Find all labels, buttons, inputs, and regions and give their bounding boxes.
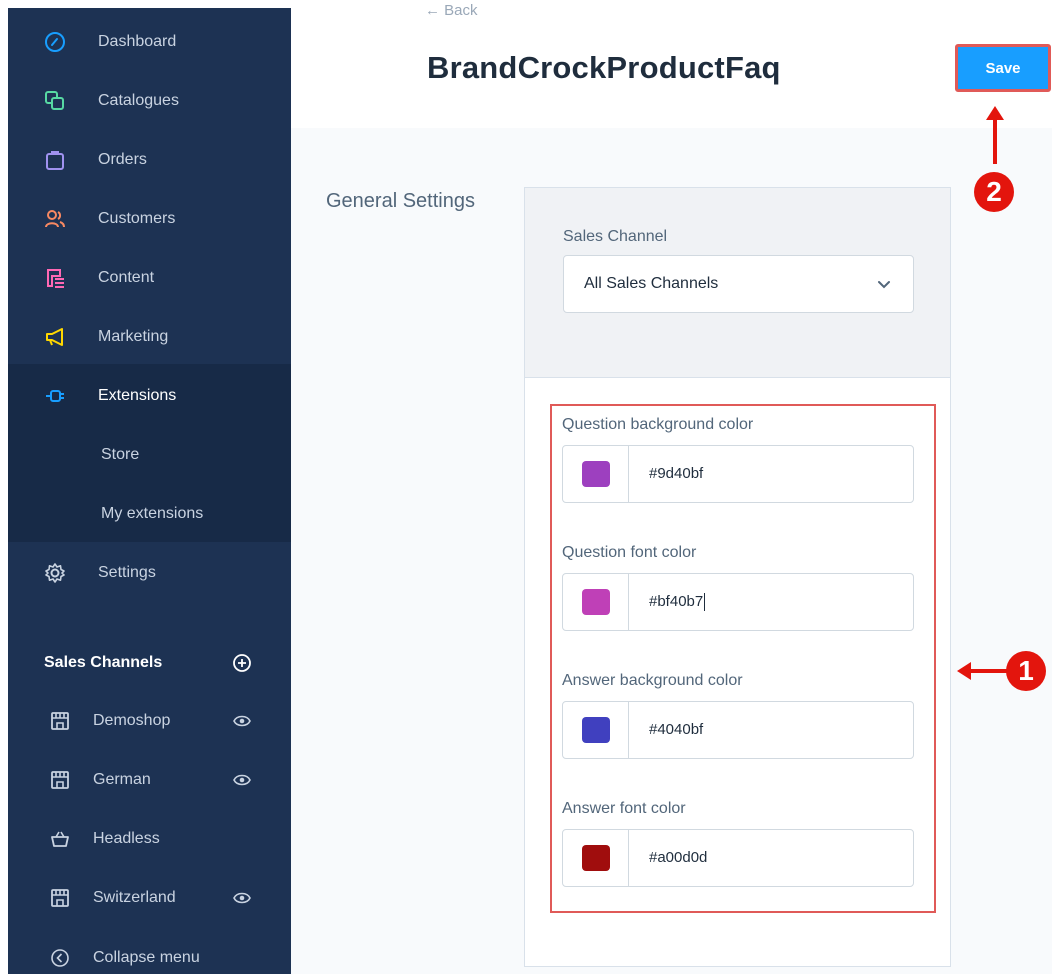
color-swatch-button[interactable] — [563, 574, 629, 630]
annotation-badge-1: 1 — [1006, 651, 1046, 691]
sales-channel-label: German — [93, 770, 151, 788]
text-caret — [704, 593, 706, 612]
annotation-badge-2: 2 — [974, 172, 1014, 212]
chevron-left-circle-icon — [50, 948, 70, 968]
color-swatch-button[interactable] — [563, 830, 629, 886]
sales-channel-select[interactable]: All Sales Channels — [563, 255, 914, 313]
save-button[interactable]: Save — [955, 44, 1051, 92]
nav-label: Content — [98, 268, 155, 286]
nav-subitem-store[interactable]: Store — [8, 425, 291, 484]
color-value[interactable]: #4040bf — [649, 721, 703, 738]
answer-font-color-label: Answer font color — [562, 800, 686, 817]
add-sales-channel-icon[interactable] — [232, 653, 252, 673]
nav-sublabel: My extensions — [101, 504, 204, 522]
nav-item-marketing[interactable]: Marketing — [8, 307, 291, 366]
color-swatch — [581, 589, 610, 615]
nav-label: Dashboard — [98, 32, 177, 50]
megaphone-icon — [44, 326, 66, 348]
nav-item-dashboard[interactable]: Dashboard — [8, 12, 291, 71]
annotation-arrow-up — [986, 106, 1004, 164]
nav-label: Orders — [98, 150, 147, 168]
dashboard-gauge-icon — [44, 31, 66, 53]
sidebar: Dashboard Catalogues Orders Customers Co… — [8, 8, 291, 974]
basket-icon — [50, 829, 70, 849]
arrow-left-icon: ← — [425, 2, 440, 19]
collapse-menu-label: Collapse menu — [93, 948, 200, 966]
color-value[interactable]: #9d40bf — [649, 465, 703, 482]
color-value-wrap[interactable]: #bf40b7 — [649, 593, 706, 612]
page-title: BrandCrockProductFaq — [427, 50, 781, 85]
users-icon — [44, 208, 66, 230]
general-settings-label: General Settings — [326, 190, 475, 212]
color-swatch — [581, 717, 610, 743]
nav-label: Customers — [98, 209, 176, 227]
annotation-arrow-left — [957, 662, 1009, 680]
color-swatch-button[interactable] — [563, 702, 629, 758]
answer-bg-color-field[interactable]: #4040bf — [562, 701, 914, 759]
sales-channel-label: Switzerland — [93, 888, 176, 906]
storefront-icon — [50, 770, 70, 790]
nav-item-settings[interactable]: Settings — [8, 543, 291, 602]
gear-icon — [44, 562, 66, 584]
color-value: #bf40b7 — [649, 593, 704, 610]
nav-item-extensions[interactable]: Extensions — [8, 366, 291, 425]
answer-font-color-field[interactable]: #a00d0d — [562, 829, 914, 887]
sales-channels-title: Sales Channels — [44, 654, 163, 671]
nav-label: Catalogues — [98, 91, 179, 109]
nav-label: Extensions — [98, 386, 177, 404]
sales-channel-section: Sales Channel All Sales Channels — [525, 188, 950, 378]
sales-channel-label: Sales Channel — [563, 228, 668, 245]
sales-channels-heading: Sales Channels — [8, 643, 291, 683]
nav-item-catalogues[interactable]: Catalogues — [8, 71, 291, 130]
storefront-icon — [50, 888, 70, 908]
sales-channel-item-headless[interactable]: Headless — [8, 809, 291, 868]
question-font-color-label: Question font color — [562, 544, 697, 561]
nav-item-customers[interactable]: Customers — [8, 189, 291, 248]
color-swatch-button[interactable] — [563, 446, 629, 502]
sales-channel-label: Demoshop — [93, 711, 171, 729]
content-icon — [44, 267, 66, 289]
sales-channel-value: All Sales Channels — [584, 275, 719, 292]
eye-icon[interactable] — [233, 891, 251, 905]
eye-icon[interactable] — [233, 714, 251, 728]
back-link[interactable]: ← Back — [425, 2, 478, 19]
nav-subitem-my-extensions[interactable]: My extensions — [8, 484, 291, 543]
question-font-color-field[interactable]: #bf40b7 — [562, 573, 914, 631]
color-swatch — [581, 845, 610, 871]
nav-item-orders[interactable]: Orders — [8, 130, 291, 189]
nav-label: Settings — [98, 563, 156, 581]
chevron-down-icon — [877, 277, 891, 291]
back-label: Back — [444, 2, 478, 19]
sales-channel-item-switzerland[interactable]: Switzerland — [8, 868, 291, 927]
question-bg-color-label: Question background color — [562, 416, 754, 433]
plug-icon — [44, 385, 66, 407]
catalogues-icon — [44, 90, 66, 112]
nav-sublabel: Store — [101, 445, 140, 463]
sales-channel-item-demoshop[interactable]: Demoshop — [8, 691, 291, 750]
nav-item-content[interactable]: Content — [8, 248, 291, 307]
question-bg-color-field[interactable]: #9d40bf — [562, 445, 914, 503]
nav-label: Marketing — [98, 327, 169, 345]
shopping-bag-icon — [44, 149, 66, 171]
color-value[interactable]: #a00d0d — [649, 849, 707, 866]
eye-icon[interactable] — [233, 773, 251, 787]
answer-bg-color-label: Answer background color — [562, 672, 743, 689]
sales-channel-label: Headless — [93, 829, 160, 847]
collapse-menu-button[interactable]: Collapse menu — [8, 928, 291, 974]
sales-channel-item-german[interactable]: German — [8, 750, 291, 809]
color-swatch — [581, 461, 610, 487]
storefront-icon — [50, 711, 70, 731]
